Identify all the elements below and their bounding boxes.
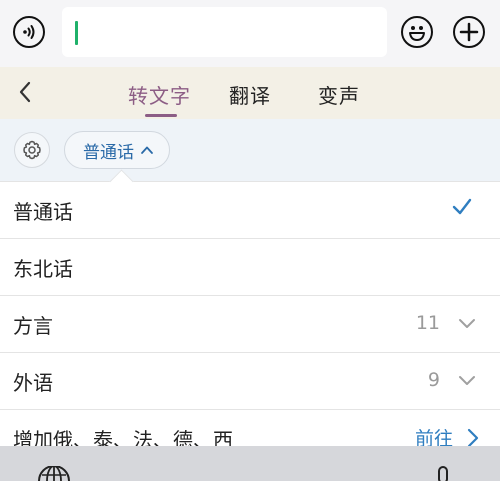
foreign-count: 9 xyxy=(427,369,440,391)
message-input[interactable] xyxy=(62,7,387,57)
chevron-left-icon xyxy=(19,81,31,103)
plus-icon xyxy=(459,22,479,42)
emoji-button[interactable] xyxy=(401,16,433,48)
keyboard-bottom-bar xyxy=(0,446,500,481)
more-button[interactable] xyxy=(453,16,485,48)
list-item-foreign[interactable]: 外语 9 xyxy=(0,352,500,409)
list-item-label: 普通话 xyxy=(13,200,73,224)
active-tab-indicator xyxy=(145,114,177,117)
chevron-down-icon xyxy=(459,376,475,385)
list-item-label: 东北话 xyxy=(13,257,73,281)
voice-icon xyxy=(23,25,35,39)
globe-icon[interactable] xyxy=(37,466,71,481)
voice-input-button[interactable] xyxy=(13,16,45,48)
voice-panel-tabs: 转文字 翻译 变声 xyxy=(0,67,500,119)
smiley-icon xyxy=(409,26,425,41)
language-list: 普通话 东北话 方言 11 外语 9 增加俄、泰、法、德、西 前往 xyxy=(0,181,500,466)
list-item-label: 方言 xyxy=(13,314,53,338)
chevron-down-icon xyxy=(459,319,475,328)
back-button[interactable] xyxy=(14,79,38,105)
dialect-count: 11 xyxy=(415,312,440,334)
list-item-label: 外语 xyxy=(13,371,53,395)
transcribe-settings-row: 普通话 xyxy=(0,119,500,181)
checkmark-icon xyxy=(452,198,472,215)
settings-button[interactable] xyxy=(14,132,50,168)
tab-voice-change[interactable]: 变声 xyxy=(318,80,360,109)
chevron-up-icon xyxy=(141,146,153,154)
tab-translate[interactable]: 翻译 xyxy=(229,80,271,109)
message-input-bar xyxy=(0,0,500,67)
list-item-northeastern[interactable]: 东北话 xyxy=(0,238,500,295)
chevron-right-icon xyxy=(467,428,479,448)
language-selector-label: 普通话 xyxy=(83,142,134,163)
list-item-dialects[interactable]: 方言 11 xyxy=(0,295,500,352)
tab-transcribe[interactable]: 转文字 xyxy=(128,80,191,109)
list-item-mandarin[interactable]: 普通话 xyxy=(0,181,500,238)
microphone-icon[interactable] xyxy=(436,466,450,481)
language-selector[interactable]: 普通话 xyxy=(64,131,170,169)
text-caret xyxy=(75,21,78,45)
gear-icon xyxy=(23,140,41,160)
